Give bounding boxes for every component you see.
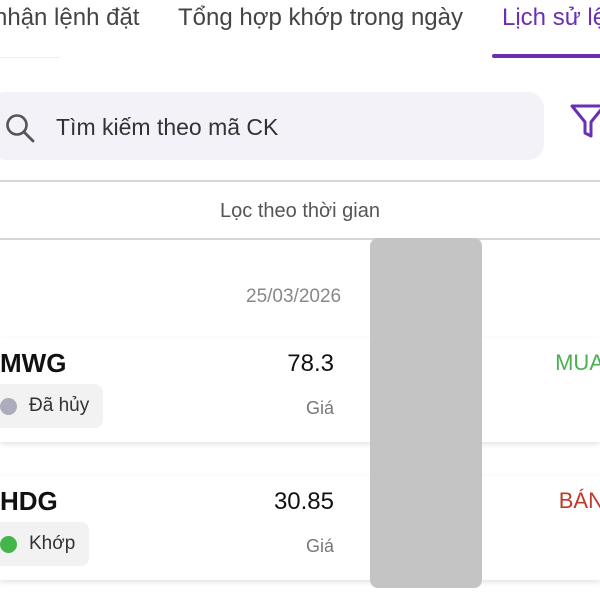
order-symbol: MWG: [0, 348, 67, 378]
filter-icon[interactable]: [568, 100, 600, 142]
status-badge: Đã hủy: [0, 384, 104, 428]
tab-daily-matched[interactable]: Tổng hợp khớp trong ngày: [178, 4, 463, 32]
order-price: 30.85: [273, 488, 334, 515]
status-dot-icon: [0, 535, 17, 553]
tab-divider: [0, 57, 60, 58]
status-text: Đã hủy: [29, 395, 90, 416]
search-icon: [6, 114, 35, 143]
time-filter-label: Lọc theo thời gian: [220, 200, 380, 222]
status-dot-icon: [0, 397, 17, 415]
time-filter-bar[interactable]: Lọc theo thời gian: [0, 180, 600, 240]
price-label: Giá: [305, 536, 334, 556]
tab-history[interactable]: Lịch sử lệ: [502, 4, 600, 32]
order-symbol: HDG: [0, 486, 58, 516]
status-badge: Khớp: [0, 522, 90, 566]
price-label: Giá: [305, 398, 334, 418]
date-header: 25/03/2026: [246, 286, 342, 307]
order-price: 78.3: [287, 350, 334, 377]
order-card[interactable]: HDG Khớp 30.85 Giá BÁN: [0, 476, 600, 580]
search-input[interactable]: [56, 108, 526, 146]
redaction-block: [370, 238, 482, 588]
order-side: MUA: [555, 350, 600, 375]
tab-order-book[interactable]: nhận lệnh đặt: [0, 4, 139, 32]
status-text: Khớp: [29, 533, 76, 554]
order-side: BÁN: [558, 488, 600, 513]
tab-bar: nhận lệnh đặt Tổng hợp khớp trong ngày L…: [0, 0, 600, 60]
order-card[interactable]: MWG Đã hủy 78.3 Giá MUA: [0, 338, 600, 442]
active-tab-indicator: [492, 54, 600, 58]
